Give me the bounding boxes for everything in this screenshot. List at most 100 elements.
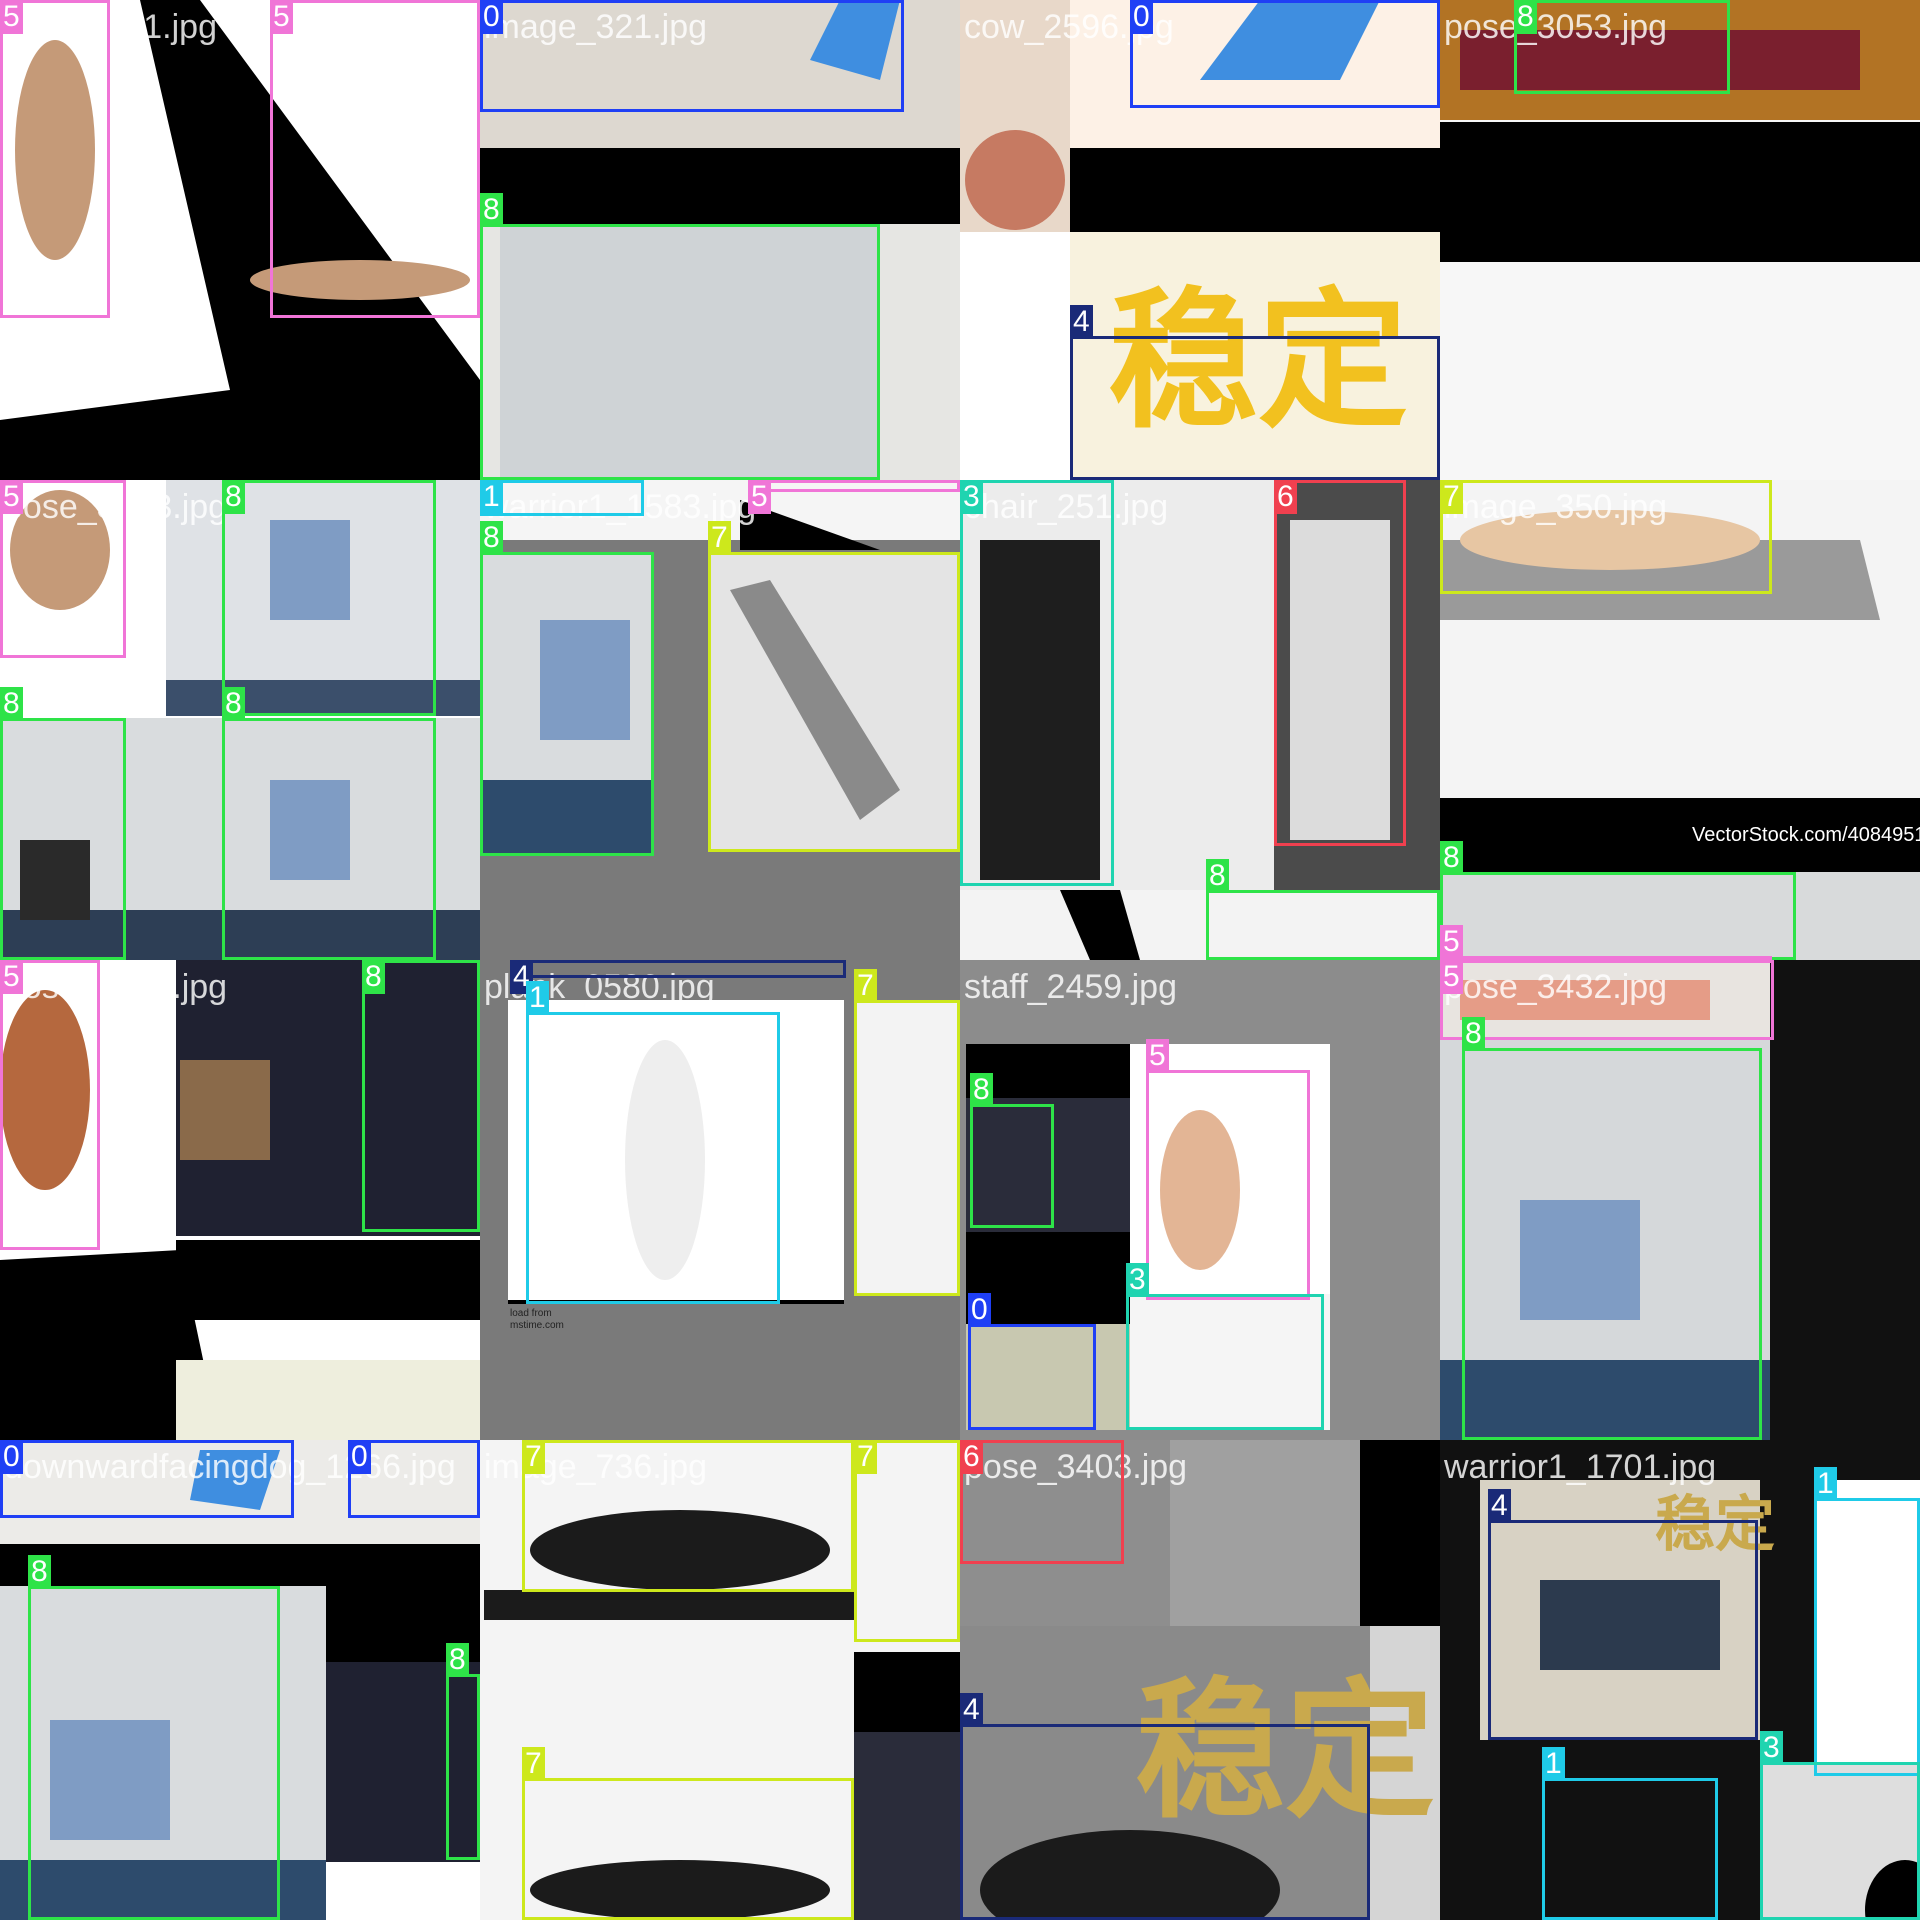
tile-cow-2596: 稳定 cow_2596.jpg 04 xyxy=(960,0,1440,480)
class-id-label: 4 xyxy=(960,1693,983,1727)
class-id-label: 7 xyxy=(854,969,877,1003)
detection-box: 8 xyxy=(222,480,436,716)
class-id-label: 6 xyxy=(1274,480,1297,514)
tile-downwardfacingdog-1266: downwardfacingdog_1266.jpg 0088 xyxy=(0,1440,480,1920)
detection-box: 8 xyxy=(222,687,436,960)
class-id-label: 1 xyxy=(1542,1747,1565,1781)
tile-warrior1-1583: warrior1_1583.jpg 1587 xyxy=(480,480,960,960)
detection-box: 0 xyxy=(480,0,904,112)
tile-warrior1-1701: 稳定 warrior1_1701.jpg 4113 xyxy=(1440,1440,1920,1920)
tile-plank-0580: load from mstime.com plank_0580.jpg 417 xyxy=(480,960,960,1440)
detection-box: 7 xyxy=(854,969,960,1296)
detection-box: 8 xyxy=(1462,1017,1762,1440)
detection-box: 7 xyxy=(522,1747,854,1920)
detection-box: 5 xyxy=(0,0,110,318)
detection-box: 8 xyxy=(970,1073,1054,1228)
class-id-label: 3 xyxy=(1126,1263,1149,1297)
class-id-label: 3 xyxy=(960,480,983,514)
detection-box: 3 xyxy=(960,480,1114,886)
class-id-label: 8 xyxy=(222,480,245,514)
tile-staff-2101: staff_2101.jpg 55 xyxy=(0,0,480,480)
detection-box: 8 xyxy=(0,687,126,960)
detection-box: 8 xyxy=(1440,841,1796,960)
class-id-label: 8 xyxy=(446,1643,469,1677)
site-text: mstime.com xyxy=(510,1320,564,1331)
class-id-label: 8 xyxy=(222,687,245,721)
detection-box: 7 xyxy=(854,1440,960,1642)
detection-box: 3 xyxy=(1126,1263,1324,1430)
class-id-label: 4 xyxy=(1488,1489,1511,1523)
class-id-label: 1 xyxy=(1814,1467,1837,1501)
class-id-label: 8 xyxy=(362,960,385,994)
detection-box: 7 xyxy=(708,521,960,852)
class-id-label: 7 xyxy=(708,521,731,555)
class-id-label: 8 xyxy=(0,687,23,721)
detection-mosaic: staff_2101.jpg 55 image_321.jpg 08 稳定 co… xyxy=(0,0,1920,1920)
class-id-label: 0 xyxy=(0,1440,23,1474)
class-id-label: 8 xyxy=(970,1073,993,1107)
class-id-label: 6 xyxy=(960,1440,983,1474)
detection-box: 6 xyxy=(960,1440,1124,1564)
class-id-label: 0 xyxy=(480,0,503,34)
tile-image-321: image_321.jpg 08 xyxy=(480,0,960,480)
detection-box: 4 xyxy=(1488,1489,1758,1740)
detection-box: 1 xyxy=(480,480,644,516)
detection-box: 5 xyxy=(748,480,960,514)
tile-image-736: image_736.jpg 777 xyxy=(480,1440,960,1920)
class-id-label: 5 xyxy=(270,0,293,34)
class-id-label: 8 xyxy=(1462,1017,1485,1051)
detection-box: 4 xyxy=(960,1693,1370,1920)
detection-box: 8 xyxy=(28,1555,280,1920)
detection-box: 5 xyxy=(0,480,126,658)
detection-box: 1 xyxy=(1814,1467,1920,1776)
class-id-label: 8 xyxy=(28,1555,51,1589)
class-id-label: 5 xyxy=(1440,960,1463,994)
detection-box: 5 xyxy=(1440,960,1774,1040)
detection-box: 8 xyxy=(1206,859,1440,960)
detection-box: 8 xyxy=(446,1643,480,1860)
detection-box: 1 xyxy=(1542,1747,1718,1920)
detection-box: 8 xyxy=(362,960,480,1232)
detection-box: 7 xyxy=(522,1440,854,1592)
detection-box: 0 xyxy=(968,1293,1096,1430)
class-id-label: 5 xyxy=(1440,925,1463,959)
detection-box: 5 xyxy=(270,0,480,318)
class-id-label: 7 xyxy=(1440,480,1463,514)
class-id-label: 1 xyxy=(526,981,549,1015)
tile-staff-2459: staff_2459.jpg 8530 xyxy=(960,960,1440,1440)
class-id-label: 8 xyxy=(480,193,503,227)
class-id-label: 3 xyxy=(1760,1731,1783,1765)
detection-box: 8 xyxy=(480,521,654,856)
detection-box: 0 xyxy=(0,1440,294,1518)
class-id-label: 5 xyxy=(0,0,23,34)
detection-box: 4 xyxy=(510,960,846,994)
detection-box: 4 xyxy=(1070,305,1440,480)
tile-pose-3432: pose_3432.jpg 58 xyxy=(1440,960,1920,1440)
detection-box: 8 xyxy=(480,193,880,480)
class-id-label: 4 xyxy=(1070,305,1093,339)
tile-pose-3137: pose_3137.jpg 58 xyxy=(0,960,480,1440)
tile-pose-3213: pose_3213.jpg 5888 xyxy=(0,480,480,960)
detection-box: 5 xyxy=(0,960,100,1250)
class-id-label: 0 xyxy=(1130,0,1153,34)
tile-pose-3403: 稳定 pose_3403.jpg 64 xyxy=(960,1440,1440,1920)
class-id-label: 0 xyxy=(348,1440,371,1474)
tile-pose-3053: pose_3053.jpg 8 xyxy=(1440,0,1920,480)
class-id-label: 8 xyxy=(1514,0,1537,34)
detection-box: 1 xyxy=(526,981,780,1304)
detection-box: 6 xyxy=(1274,480,1406,846)
class-id-label: 7 xyxy=(522,1440,545,1474)
tile-image-350: VectorStock.com/40849516 image_350.jpg 7… xyxy=(1440,480,1920,960)
class-id-label: 1 xyxy=(480,480,503,514)
detection-box: 0 xyxy=(1130,0,1440,108)
class-id-label: 5 xyxy=(0,960,23,994)
class-id-label: 5 xyxy=(1146,1039,1169,1073)
class-id-label: 8 xyxy=(480,521,503,555)
detection-box: 8 xyxy=(1514,0,1730,94)
class-id-label: 8 xyxy=(1440,841,1463,875)
tile-chair-251: chair_251.jpg 368 xyxy=(960,480,1440,960)
watermark-text: VectorStock.com/40849516 xyxy=(1692,824,1920,846)
class-id-label: 7 xyxy=(522,1747,545,1781)
download-text: load from xyxy=(510,1308,552,1319)
detection-box: 0 xyxy=(348,1440,480,1518)
